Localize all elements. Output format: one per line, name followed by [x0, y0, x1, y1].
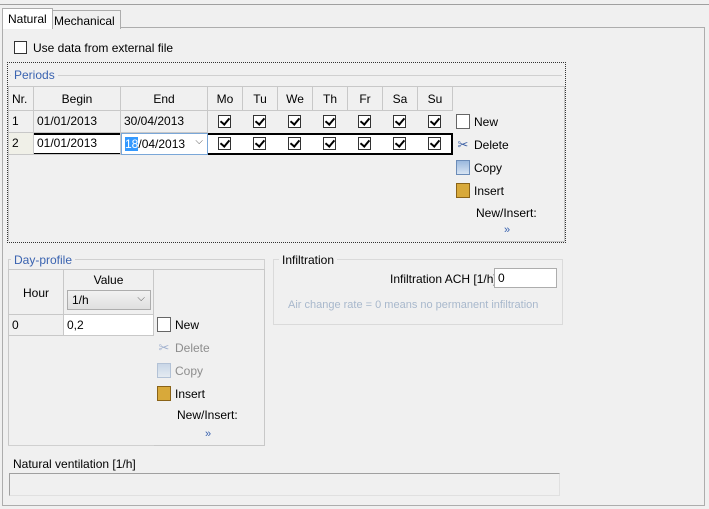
new-label: New	[175, 317, 200, 332]
copy-icon	[157, 363, 171, 378]
periods-copy-button[interactable]: Copy	[456, 160, 502, 175]
row2-end-datepicker[interactable]: 18/04/2013 ⌵	[121, 133, 208, 155]
unit-value: 1/h	[72, 293, 89, 307]
paste-icon	[157, 386, 171, 401]
col-nr[interactable]: Nr.	[9, 87, 34, 111]
dp-new-button[interactable]: New	[157, 317, 199, 332]
col-hour[interactable]: Hour	[9, 270, 64, 315]
row2-we-checkbox[interactable]	[288, 137, 301, 150]
unit-select[interactable]: 1/h ⌵	[67, 290, 151, 310]
periods-new-button[interactable]: New	[456, 114, 498, 129]
natural-ventilation-label: Natural ventilation [1/h]	[13, 457, 136, 471]
periods-legend: Periods	[11, 68, 58, 82]
end-date-day-selected: 18	[125, 137, 139, 151]
col-end[interactable]: End	[121, 87, 208, 111]
tab-mechanical[interactable]: Mechanical	[48, 10, 121, 29]
row2-nr[interactable]: 2	[9, 133, 34, 155]
row2-mo-checkbox[interactable]	[218, 137, 231, 150]
delete-label: Delete	[474, 137, 509, 152]
infiltration-input[interactable]: 0	[494, 268, 557, 288]
periods-new-insert-label: New/Insert:	[476, 206, 537, 220]
insert-label: Insert	[474, 183, 505, 198]
periods-more-button[interactable]: »	[504, 224, 510, 236]
infiltration-legend: Infiltration	[279, 253, 338, 267]
row1-mo-checkbox[interactable]	[218, 115, 231, 128]
chevron-down-icon: ⌵	[137, 293, 145, 304]
external-file-label: Use data from external file	[33, 41, 174, 55]
dp-copy-button[interactable]: Copy	[157, 363, 203, 378]
new-document-icon	[157, 317, 171, 332]
scissors-icon: ✂	[457, 137, 469, 152]
infiltration-label: Infiltration ACH [1/h]	[390, 272, 497, 286]
copy-label: Copy	[474, 160, 503, 175]
col-mo[interactable]: Mo	[208, 87, 243, 111]
infiltration-hint: Air change rate = 0 means no permanent i…	[288, 299, 539, 311]
dp-insert-button[interactable]: Insert	[157, 386, 205, 401]
col-value-label: Value	[93, 273, 124, 287]
end-date-rest: /04/2013	[138, 137, 186, 151]
col-tu[interactable]: Tu	[243, 87, 278, 111]
copy-label: Copy	[175, 363, 204, 378]
periods-insert-button[interactable]: Insert	[456, 183, 504, 198]
row1-th-checkbox[interactable]	[323, 115, 336, 128]
row1-sa-checkbox[interactable]	[393, 115, 406, 128]
dp-delete-button[interactable]: ✂ Delete	[157, 340, 210, 355]
insert-label: Insert	[175, 386, 206, 401]
natural-ventilation-field[interactable]	[9, 473, 560, 496]
col-sa[interactable]: Sa	[383, 87, 418, 111]
new-label: New	[474, 114, 499, 129]
periods-divider	[10, 75, 562, 76]
copy-icon	[456, 160, 470, 175]
periods-delete-button[interactable]: ✂ Delete	[456, 137, 509, 152]
col-th[interactable]: Th	[313, 87, 348, 111]
row1-su-checkbox[interactable]	[428, 115, 441, 128]
paste-icon	[456, 183, 470, 198]
row1-fr-checkbox[interactable]	[358, 115, 371, 128]
dp-new-insert-label: New/Insert:	[177, 408, 238, 422]
row2-su-checkbox[interactable]	[428, 137, 441, 150]
col-begin[interactable]: Begin	[34, 87, 121, 111]
row2-tu-checkbox[interactable]	[253, 137, 266, 150]
col-we[interactable]: We	[278, 87, 313, 111]
dp-row-hour[interactable]: 0	[9, 315, 64, 336]
row1-we-checkbox[interactable]	[288, 115, 301, 128]
row1-begin[interactable]: 01/01/2013	[34, 111, 121, 133]
row1-end[interactable]: 30/04/2013	[121, 111, 208, 133]
row1-nr[interactable]: 1	[9, 111, 34, 133]
external-file-checkbox[interactable]	[14, 41, 27, 54]
col-fr[interactable]: Fr	[348, 87, 383, 111]
row2-th-checkbox[interactable]	[323, 137, 336, 150]
col-su[interactable]: Su	[418, 87, 453, 111]
delete-label: Delete	[175, 340, 210, 355]
day-profile-legend: Day-profile	[11, 253, 76, 267]
tab-natural[interactable]: Natural	[2, 8, 53, 29]
top-border	[0, 4, 709, 5]
new-document-icon	[456, 114, 470, 129]
dp-more-button[interactable]: »	[205, 428, 211, 440]
dp-row-value[interactable]: 0,2	[64, 315, 154, 336]
row2-begin[interactable]: 01/01/2013	[34, 133, 121, 155]
row1-tu-checkbox[interactable]	[253, 115, 266, 128]
row2-sa-checkbox[interactable]	[393, 137, 406, 150]
chevron-down-icon[interactable]: ⌵	[195, 136, 203, 147]
scissors-icon: ✂	[158, 340, 170, 355]
row2-fr-checkbox[interactable]	[358, 137, 371, 150]
